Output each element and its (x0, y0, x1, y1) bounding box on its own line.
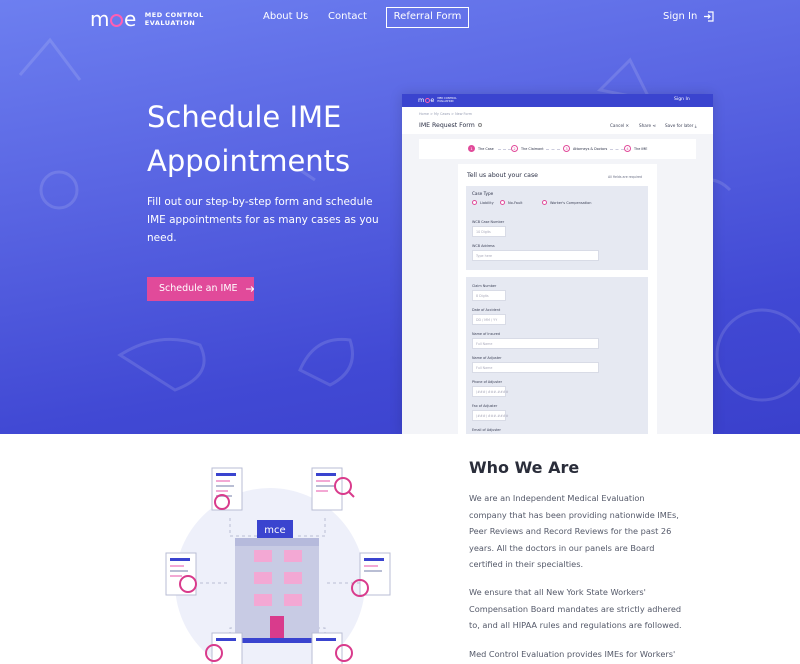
mockup-share: Share ⋖ (639, 123, 656, 128)
step-2: 2 The Claimant (511, 145, 544, 152)
building-illustration: mce (165, 467, 391, 664)
mockup-header-bar: me MED CONTROL EVALUATION Sign In (402, 94, 713, 107)
arrow-right-icon (245, 286, 254, 292)
logo-mark: me (90, 7, 136, 31)
mockup-cancel: Cancel ✕ (610, 123, 630, 128)
step-1: 1 The Case (468, 145, 494, 152)
who-paragraph-2: We ensure that all New York State Worker… (469, 587, 682, 630)
logo-text: MED CONTROL EVALUATION (145, 11, 204, 27)
top-nav: me MED CONTROL EVALUATION About Us Conta… (0, 0, 800, 36)
referral-form-button[interactable]: Referral Form (386, 7, 469, 28)
who-we-are-section: mce Who We Are We are an Independent Med… (0, 434, 800, 664)
mockup-case-box: Case Type Liability No-Fault Worker's Co… (466, 186, 648, 270)
sign-in-link[interactable]: Sign In (663, 11, 714, 22)
step-4: 4 The IME (624, 145, 647, 152)
hero-section: me MED CONTROL EVALUATION About Us Conta… (0, 0, 800, 434)
schedule-ime-label: Schedule an IME (159, 283, 238, 294)
mockup-form-panel: Tell us about your case All fields are r… (458, 164, 657, 434)
hero-description: Fill out our step-by-step form and sched… (147, 196, 379, 244)
nav-about-link[interactable]: About Us (263, 11, 308, 22)
sign-in-label: Sign In (663, 11, 698, 22)
form-mockup: me MED CONTROL EVALUATION Sign In Home > … (402, 94, 713, 434)
who-paragraph-1: We are an Independent Medical Evaluation… (469, 493, 679, 569)
logo-line1: MED CONTROL (144, 11, 204, 19)
building-sign: mce (264, 525, 285, 536)
who-we-are-title: Who We Are (469, 458, 580, 477)
nav-contact-link[interactable]: Contact (328, 11, 367, 22)
mockup-save: Save for later ⤓ (665, 123, 697, 128)
mockup-stepper: 1 The Case 2 The Claimant 3 Attorneys & Doc… (419, 139, 696, 159)
schedule-ime-button[interactable]: Schedule an IME (147, 277, 254, 301)
mockup-required-note: All fields are required (608, 175, 643, 179)
mockup-claim-box: Claim Number 8 Digits Date of Accident D… (466, 277, 648, 434)
mockup-sign-in: Sign In (674, 97, 690, 102)
logo[interactable]: me MED CONTROL EVALUATION (90, 9, 204, 29)
logo-line2: EVALUATION (144, 19, 196, 27)
sign-in-icon (704, 11, 714, 22)
mockup-panel-title: Tell us about your case (467, 172, 538, 179)
info-icon (477, 123, 482, 127)
document-icon (211, 467, 243, 511)
mockup-logo: me MED CONTROL EVALUATION (418, 96, 457, 104)
mockup-title: IME Request Form (419, 122, 482, 129)
hero-title: Schedule IME Appointments (147, 100, 351, 178)
who-paragraph-3: Med Control Evaluation provides IMEs for… (469, 649, 676, 659)
step-3: 3 Attorneys & Doctors (563, 145, 607, 152)
mockup-breadcrumb: Home > My Cases > New Form (419, 112, 473, 116)
